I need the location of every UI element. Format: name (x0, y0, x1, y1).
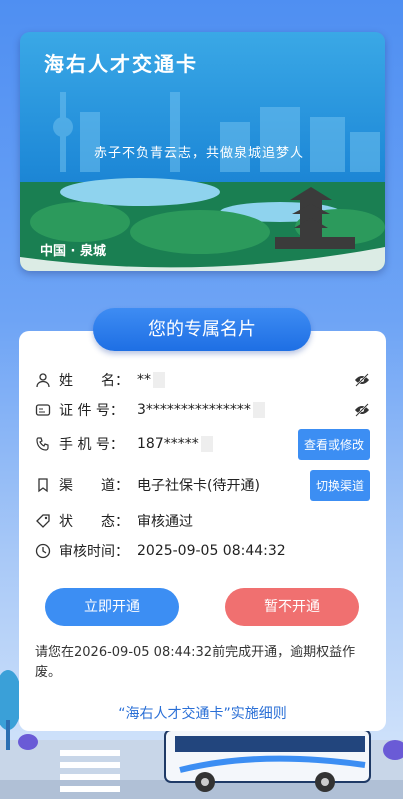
name-label: 姓 名： (59, 373, 129, 389)
transit-card: 海右人才交通卡 赤子不负青云志，共做泉城追梦人 中国 · 泉城 (20, 32, 385, 271)
row-id-number: 证 件 号： 3*************** (35, 396, 370, 424)
status-label: 状 态： (59, 514, 129, 530)
channel-value: 电子社保卡(待开通) (137, 478, 260, 494)
row-review-time: 审核时间： 2025-09-05 08:44:32 (35, 537, 370, 565)
implementation-rules-link[interactable]: “海右人才交通卡”实施细则 (19, 703, 386, 723)
name-value: ** (137, 372, 354, 388)
row-name: 姓 名： ** (35, 366, 370, 394)
eye-hidden-icon[interactable] (354, 402, 370, 418)
id-value: 3*************** (137, 402, 354, 418)
eye-hidden-icon[interactable] (354, 372, 370, 388)
view-edit-phone-button[interactable]: 查看或修改 (297, 428, 370, 460)
deadline-notice: 请您在2026-09-05 08:44:32前完成开通，逾期权益作废。 (35, 645, 356, 680)
review-time-label: 审核时间： (59, 544, 129, 560)
row-channel: 渠 道： 电子社保卡(待开通) 切换渠道 (35, 469, 370, 501)
profile-panel: 姓 名： ** 证 件 号： 3*************** 手 机 号： 1… (19, 331, 386, 731)
section-title-pill: 您的专属名片 (93, 308, 311, 351)
id-label: 证 件 号： (59, 403, 124, 419)
user-icon (35, 372, 51, 388)
status-value: 审核通过 (137, 514, 193, 530)
phone-value: 187***** (137, 436, 298, 452)
review-time-value: 2025-09-05 08:44:32 (137, 543, 286, 559)
clock-icon (35, 543, 51, 559)
bookmark-icon (35, 477, 51, 493)
phone-icon (35, 436, 51, 452)
tag-icon (35, 513, 51, 529)
id-card-icon (35, 402, 51, 418)
card-title: 海右人才交通卡 (44, 52, 198, 76)
open-now-button[interactable]: 立即开通 (45, 588, 179, 626)
defer-open-button[interactable]: 暂不开通 (225, 588, 359, 626)
switch-channel-button[interactable]: 切换渠道 (309, 469, 370, 501)
row-phone: 手 机 号： 187***** 查看或修改 (35, 428, 370, 460)
channel-label: 渠 道： (59, 478, 129, 494)
phone-label: 手 机 号： (59, 437, 124, 453)
card-slogan: 赤子不负青云志，共做泉城追梦人 (94, 146, 305, 161)
card-city-label: 中国 · 泉城 (40, 244, 106, 259)
row-status: 状 态： 审核通过 (35, 507, 370, 535)
